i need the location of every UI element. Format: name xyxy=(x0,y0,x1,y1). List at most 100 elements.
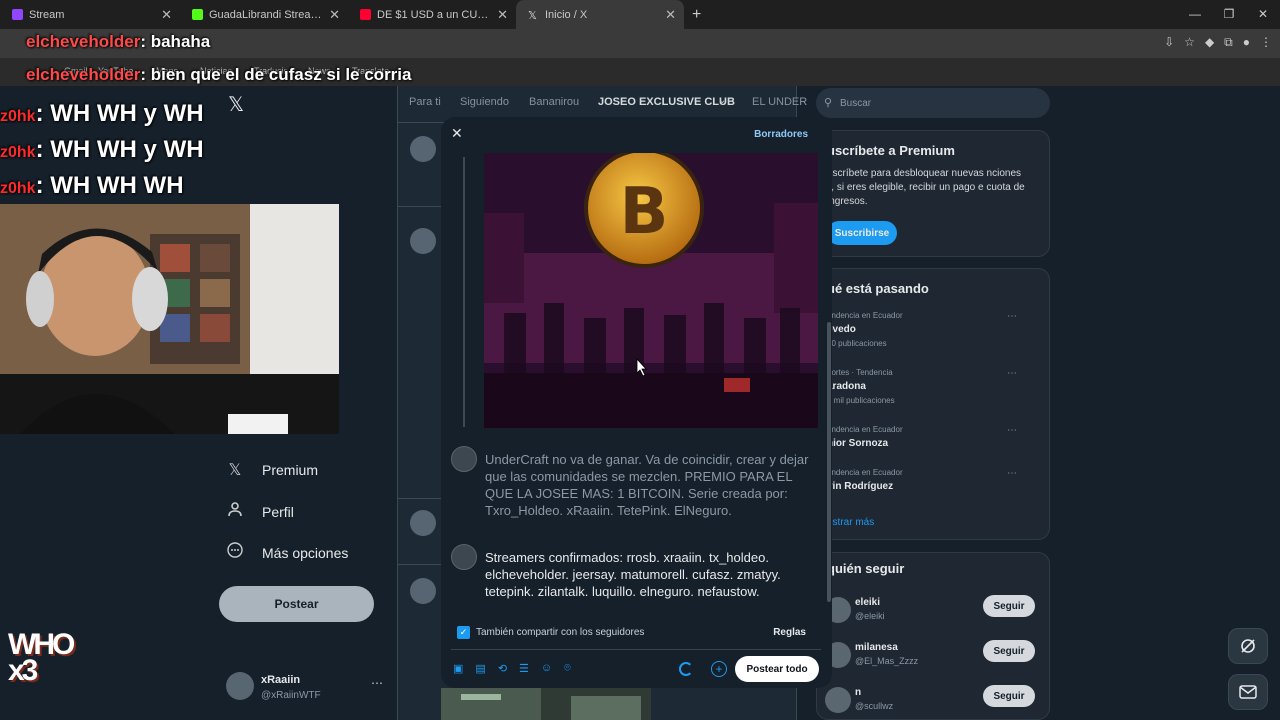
trend-item[interactable]: portes · Tendencia aradona 7 mil publica… xyxy=(827,368,1027,405)
chat-text: WH WH y WH xyxy=(50,100,204,127)
premium-card: uscríbete a Premium uscríbete para desbl… xyxy=(816,130,1050,257)
nav-label: Más opciones xyxy=(262,544,349,561)
tab-title: GuadaLibrandi Stream - Watch xyxy=(209,8,327,21)
new-tab-icon[interactable]: + xyxy=(692,6,701,24)
account-handle: @xRaiinWTF xyxy=(261,690,321,701)
location-icon[interactable]: ⌾ xyxy=(564,662,571,675)
extension-icon[interactable]: ◆ xyxy=(1205,35,1214,50)
avatar xyxy=(451,544,477,570)
nav-more-options[interactable]: Más opciones xyxy=(226,542,348,563)
image-icon[interactable]: ▣ xyxy=(453,662,463,675)
tab-youtube[interactable]: DE $1 USD a un CUCHILLO con ✕ xyxy=(348,0,516,29)
emoji-icon[interactable]: ☺ xyxy=(541,662,552,675)
chat-line: z0hk: WH WH WH xyxy=(0,172,184,199)
more-options-icon xyxy=(226,542,244,563)
more-icon[interactable]: ⋯ xyxy=(1007,468,1017,479)
more-icon[interactable]: ⋯ xyxy=(1007,425,1017,436)
close-window-icon[interactable]: ✕ xyxy=(1246,0,1280,29)
avatar xyxy=(825,687,851,713)
minimize-icon[interactable]: — xyxy=(1178,0,1212,29)
trends-title: ué está pasando xyxy=(827,281,929,296)
trend-item[interactable]: endencia en Ecuador evedo 50 publicacion… xyxy=(827,311,1027,348)
compose-thread-modal: ✕ Borradores B UnderCraft no va de ganar… xyxy=(441,117,832,688)
post-all-button[interactable]: Postear todo xyxy=(735,656,819,682)
profile-icon[interactable]: ● xyxy=(1243,35,1250,50)
nav-profile[interactable]: Perfil xyxy=(226,501,294,522)
checkbox-checked-icon[interactable]: ✓ xyxy=(457,626,470,639)
person-icon xyxy=(226,501,244,522)
thread-post-2-editor[interactable]: Streamers confirmados: rrosb. xraaiin. t… xyxy=(485,549,821,600)
close-tab-icon[interactable]: ✕ xyxy=(497,7,508,23)
chat-line: elcheveholder: bahaha xyxy=(0,32,210,52)
follow-item[interactable]: milanesa @El_Mas_Zzzz Seguir xyxy=(825,640,1035,676)
kick-icon xyxy=(192,9,203,20)
screen: Stream ✕ GuadaLibrandi Stream - Watch ✕ … xyxy=(0,0,1280,720)
follow-item[interactable]: n @scullwz Seguir xyxy=(825,685,1035,720)
trend-category: endencia en Ecuador xyxy=(827,425,903,434)
tab-title: Inicio / X xyxy=(545,8,588,21)
chat-user: z0hk xyxy=(0,180,36,197)
nav-premium[interactable]: 𝕏 Premium xyxy=(226,460,318,480)
account-name: xRaaiin xyxy=(261,674,301,686)
close-tab-icon[interactable]: ✕ xyxy=(665,7,676,23)
show-more-link[interactable]: ostrar más xyxy=(827,517,874,528)
avatar xyxy=(451,446,477,472)
search-input[interactable]: ⚲ Buscar xyxy=(816,88,1050,118)
webcam-feed xyxy=(0,204,339,434)
trend-item[interactable]: endencia en Ecuador nior Sornoza ⋯ xyxy=(827,425,1027,449)
maximize-icon[interactable]: ❐ xyxy=(1212,0,1246,29)
close-tab-icon[interactable]: ✕ xyxy=(329,7,340,23)
rules-link[interactable]: Reglas xyxy=(773,627,806,638)
menu-icon[interactable]: ⋮ xyxy=(1260,35,1272,50)
chat-line: z0hk: WH WH y WH xyxy=(0,100,204,127)
add-post-icon[interactable]: + xyxy=(711,661,727,677)
trends-card: ué está pasando endencia en Ecuador eved… xyxy=(816,268,1050,540)
more-icon[interactable]: ⋯ xyxy=(1007,368,1017,379)
grok-icon[interactable]: ⟲ xyxy=(498,662,507,675)
share-label: También compartir con los seguidores xyxy=(476,627,645,638)
follow-handle: @El_Mas_Zzzz xyxy=(855,656,919,666)
follow-button[interactable]: Seguir xyxy=(983,595,1035,617)
close-tab-icon[interactable]: ✕ xyxy=(161,7,172,23)
avatar xyxy=(226,672,254,700)
install-icon[interactable]: ⇩ xyxy=(1164,35,1174,50)
tab-kick[interactable]: GuadaLibrandi Stream - Watch ✕ xyxy=(180,0,348,29)
trend-name: nior Sornoza xyxy=(827,438,889,449)
poll-icon[interactable]: ☰ xyxy=(519,662,529,675)
post-button[interactable]: Postear xyxy=(219,586,374,622)
subscribe-button[interactable]: Suscribirse xyxy=(827,221,897,245)
trend-category: endencia en Ecuador xyxy=(827,311,903,320)
close-icon[interactable]: ✕ xyxy=(451,125,463,142)
follow-handle: @eleiki xyxy=(855,611,885,621)
more-icon[interactable]: ⋯ xyxy=(371,676,383,690)
video-thumbnail[interactable] xyxy=(441,688,651,720)
follow-handle: @scullwz xyxy=(855,701,894,711)
more-icon[interactable]: ⋯ xyxy=(1007,311,1017,322)
share-with-followers[interactable]: ✓ También compartir con los seguidores xyxy=(457,626,644,639)
twitch-icon xyxy=(12,9,23,20)
follow-name: milanesa xyxy=(855,642,898,653)
browser-tab-bar: Stream ✕ GuadaLibrandi Stream - Watch ✕ … xyxy=(0,0,1280,29)
follow-button[interactable]: Seguir xyxy=(983,685,1035,707)
thread-connector xyxy=(463,157,465,427)
account-switcher[interactable]: xRaaiin @xRaiinWTF ⋯ xyxy=(226,672,386,708)
trend-item[interactable]: endencia en Ecuador vin Rodríguez ⋯ xyxy=(827,468,1027,492)
tab-title: DE $1 USD a un CUCHILLO con xyxy=(377,8,495,21)
thread-post-1[interactable]: UnderCraft no va de ganar. Va de coincid… xyxy=(485,451,821,519)
attached-image[interactable]: B xyxy=(484,153,818,428)
messages-button[interactable] xyxy=(1228,674,1268,710)
x-logo-icon[interactable]: 𝕏 xyxy=(228,92,244,117)
puzzle-icon[interactable]: ⧉ xyxy=(1224,35,1233,50)
modal-scrollbar[interactable] xyxy=(827,322,831,602)
drafts-button[interactable]: Borradores xyxy=(754,129,808,140)
bookmark-star-icon[interactable]: ☆ xyxy=(1184,35,1195,50)
tab-stream[interactable]: Stream ✕ xyxy=(0,0,180,29)
trend-category: portes · Tendencia xyxy=(827,368,893,377)
follow-button[interactable]: Seguir xyxy=(983,640,1035,662)
gif-icon[interactable]: ▤ xyxy=(475,662,485,675)
tab-x-home[interactable]: 𝕏 Inicio / X ✕ xyxy=(516,0,684,29)
grok-button[interactable] xyxy=(1228,628,1268,664)
right-sidebar: ⚲ Buscar uscríbete a Premium uscríbete p… xyxy=(816,86,1056,720)
follow-item[interactable]: eleiki @eleiki Seguir xyxy=(825,595,1035,631)
chat-text: bien que el de cufasz si le corria xyxy=(150,65,412,84)
